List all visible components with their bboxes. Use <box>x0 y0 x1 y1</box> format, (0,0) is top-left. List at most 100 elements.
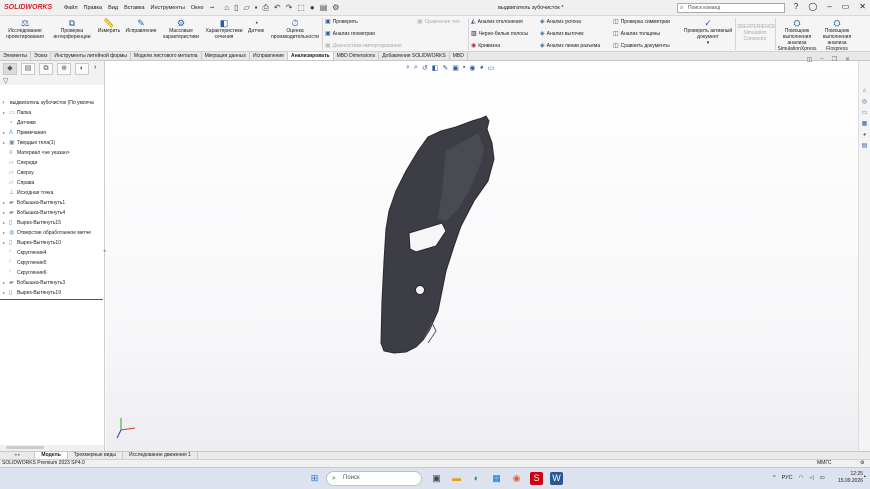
draft-analysis-button[interactable]: ◈ Анализ уклона <box>540 18 581 26</box>
menu-insert[interactable]: Вставка <box>124 5 144 11</box>
chevron-right-icon[interactable]: › <box>94 64 96 71</box>
tree-item[interactable]: ≡ Материал <не указан> <box>3 148 70 157</box>
select-icon[interactable]: ⬚ <box>297 3 305 12</box>
configuration-manager-tab-icon[interactable]: ⧉ <box>39 63 53 75</box>
home-icon[interactable]: ⌂ <box>224 3 229 12</box>
repair-button[interactable]: ✎ Исправление <box>123 18 159 34</box>
solidworks-taskbar-icon[interactable]: S <box>530 472 543 485</box>
taskbar-search-input[interactable]: ⌕ Поиск <box>326 471 422 486</box>
minimize-button[interactable]: – <box>827 2 831 11</box>
tree-item[interactable]: ▸ ▯ Вырез-Вытянуть15 <box>3 218 61 227</box>
tree-item[interactable]: ◜ Скругление5 <box>3 258 47 267</box>
tree-item[interactable]: ◔ Датчики <box>3 118 36 127</box>
tree-item[interactable]: ▸ ▯ Вырез-Вытянуть19 <box>3 288 61 297</box>
check-button[interactable]: ▣ Проверить <box>325 18 358 26</box>
tree-item[interactable]: ▸ ▭ Папка <box>3 108 31 117</box>
solidworks-logo[interactable]: SOLIDWORKS <box>4 4 56 11</box>
section-properties-button[interactable]: ◧ Характеристики сечения <box>203 18 245 40</box>
tab-3[interactable]: Модели листового металла <box>131 52 202 60</box>
undo-icon[interactable]: ↶ <box>274 3 281 12</box>
tab-4[interactable]: Миграция данных <box>202 52 251 60</box>
sensor-button[interactable]: ◔ Датчик <box>246 18 266 34</box>
open-icon[interactable]: ▱ <box>243 3 249 12</box>
custom-properties-icon[interactable]: ▤ <box>860 142 869 151</box>
tab-8[interactable]: Добавления SOLIDWORKS <box>379 52 450 60</box>
compare-bodies-button[interactable]: ▣ Сравнение тел <box>417 18 460 26</box>
resources-home-icon[interactable]: ⌂ <box>860 87 869 96</box>
model-tab-1[interactable]: Трехмерные виды <box>68 452 123 459</box>
units-selector[interactable]: MMГС <box>817 460 831 467</box>
tree-item[interactable]: ▸ ▰ Бобышка-Вытянуть3 <box>3 278 65 287</box>
print-icon[interactable]: ⎙ <box>262 3 268 12</box>
menu-edit[interactable]: Правка <box>84 5 103 11</box>
help-icon[interactable]: ? <box>794 2 798 11</box>
property-manager-tab-icon[interactable]: ▤ <box>21 63 35 75</box>
tab-6[interactable]: Анализировать <box>287 52 334 60</box>
redo-icon[interactable]: ↷ <box>286 3 293 12</box>
display-manager-tab-icon[interactable]: ◐ <box>75 63 89 75</box>
tree-item[interactable]: ▸ ◍ Отверстие обработанное метче <box>3 228 91 237</box>
simulationxpress-button[interactable]: ⛭ Помощник выполнения анализа SimulationX… <box>777 18 817 52</box>
tab-1[interactable]: Эскиз <box>31 52 52 60</box>
file-explorer-icon[interactable]: ▬ <box>450 472 463 485</box>
options-gear-icon[interactable]: ⚙ <box>332 3 339 12</box>
import-diagnostics-button[interactable]: ▣ Диагностика импортирования <box>325 42 402 50</box>
file-properties-icon[interactable]: ▤ <box>320 3 328 12</box>
appearances-icon[interactable]: ◕ <box>860 131 869 140</box>
tree-item[interactable]: ▸ A Примечания <box>3 128 46 137</box>
restore-button[interactable]: ▭ <box>842 2 850 11</box>
tree-item[interactable]: ⊥ Исходная точка <box>3 188 53 197</box>
tree-item[interactable]: ▱ Спереди <box>3 158 37 167</box>
tab-9[interactable]: MBD <box>450 52 468 60</box>
undercut-analysis-button[interactable]: ◈ Анализ выточек <box>540 30 584 38</box>
tab-5[interactable]: Исправление <box>250 52 288 60</box>
thickness-analysis-button[interactable]: ◫ Анализ толщины <box>613 30 660 38</box>
design-library-icon[interactable]: ◎ <box>860 98 869 107</box>
tree-item[interactable]: ◜ Скругление6 <box>3 268 47 277</box>
menu-window[interactable]: Окно <box>191 5 204 11</box>
file-explorer-icon[interactable]: ▭ <box>860 109 869 118</box>
close-button[interactable]: ✕ <box>859 2 866 11</box>
geometry-analysis-button[interactable]: ▣ Анализ геометрии <box>325 30 375 38</box>
volume-icon[interactable]: ◁ <box>809 475 813 481</box>
tray-chevron-icon[interactable]: ^ <box>773 475 776 481</box>
tab-scroll-arrows-icon[interactable]: ◂ ▸ <box>0 452 36 459</box>
zebra-stripes-button[interactable]: ▥ Черно-белые полосы <box>471 30 528 38</box>
mass-properties-button[interactable]: ⚙ Массовые характеристики <box>160 18 202 40</box>
user-icon[interactable]: ◯ <box>808 2 817 11</box>
battery-icon[interactable]: ▭ <box>820 475 825 481</box>
floxpress-button[interactable]: ⛭ Помощник выполнения анализа Floxpress <box>818 18 856 52</box>
notification-bell-icon[interactable]: ◔ <box>862 474 866 481</box>
design-study-button[interactable]: ⚖ Исследование проектирования <box>2 18 48 40</box>
menu-view[interactable]: Вид <box>108 5 118 11</box>
view-palette-icon[interactable]: ▦ <box>860 120 869 129</box>
chrome-icon[interactable]: ◉ <box>510 472 523 485</box>
part-model[interactable] <box>106 61 858 451</box>
curvature-button[interactable]: ◉ Кривизна <box>471 42 500 50</box>
tree-item[interactable]: ▸ ▯ Вырез-Вытянуть10 <box>3 238 61 247</box>
check-active-document-button[interactable]: ✓ Проверить активный документ ▾ <box>682 18 734 46</box>
language-indicator[interactable]: РУС <box>782 475 793 481</box>
performance-evaluation-button[interactable]: ⏱ Оценка производительности <box>268 18 322 40</box>
wifi-icon[interactable]: ◠ <box>799 475 804 481</box>
symmetry-check-button[interactable]: ◫ Проверка симметрии <box>613 18 670 26</box>
dimxpert-tab-icon[interactable]: ⊕ <box>57 63 71 75</box>
tree-item[interactable]: ◜ Скругление4 <box>3 248 47 257</box>
menu-tools[interactable]: Инструменты <box>151 5 185 11</box>
parting-line-analysis-button[interactable]: ◈ Анализ линии разъема <box>540 42 600 50</box>
tree-item[interactable]: ▸ ▰ Бобышка-Вытянуть1 <box>3 198 65 207</box>
rebuild-icon[interactable]: ● <box>310 3 315 12</box>
model-tab-0[interactable]: Модель <box>35 452 68 459</box>
tree-item[interactable]: ▱ Сверху <box>3 168 34 177</box>
tab-2[interactable]: Инструменты литейной формы <box>51 52 131 60</box>
deviation-analysis-button[interactable]: ◭ Анализ отклонения <box>471 18 523 26</box>
tree-scrollbar[interactable] <box>6 446 44 449</box>
graphics-area[interactable]: ⌕ ⌕ ↺ ◧ ✎ ▣ ▪ ◉ ◕ ▭ ◫ – ❐ ✕ <box>106 56 858 451</box>
tree-root-part[interactable]: ◐ выдвигатель зубочисток (По умолча <box>2 98 94 107</box>
menu-file[interactable]: Файл <box>64 5 78 11</box>
store-icon[interactable]: ▦ <box>490 472 503 485</box>
compare-documents-button[interactable]: ◫ Сравнить документы <box>613 42 670 50</box>
filter-icon[interactable]: ▽ <box>3 77 8 85</box>
interference-check-button[interactable]: ⧉ Проверка интерференции <box>50 18 94 40</box>
status-settings-icon[interactable]: ⚙ <box>860 460 864 467</box>
